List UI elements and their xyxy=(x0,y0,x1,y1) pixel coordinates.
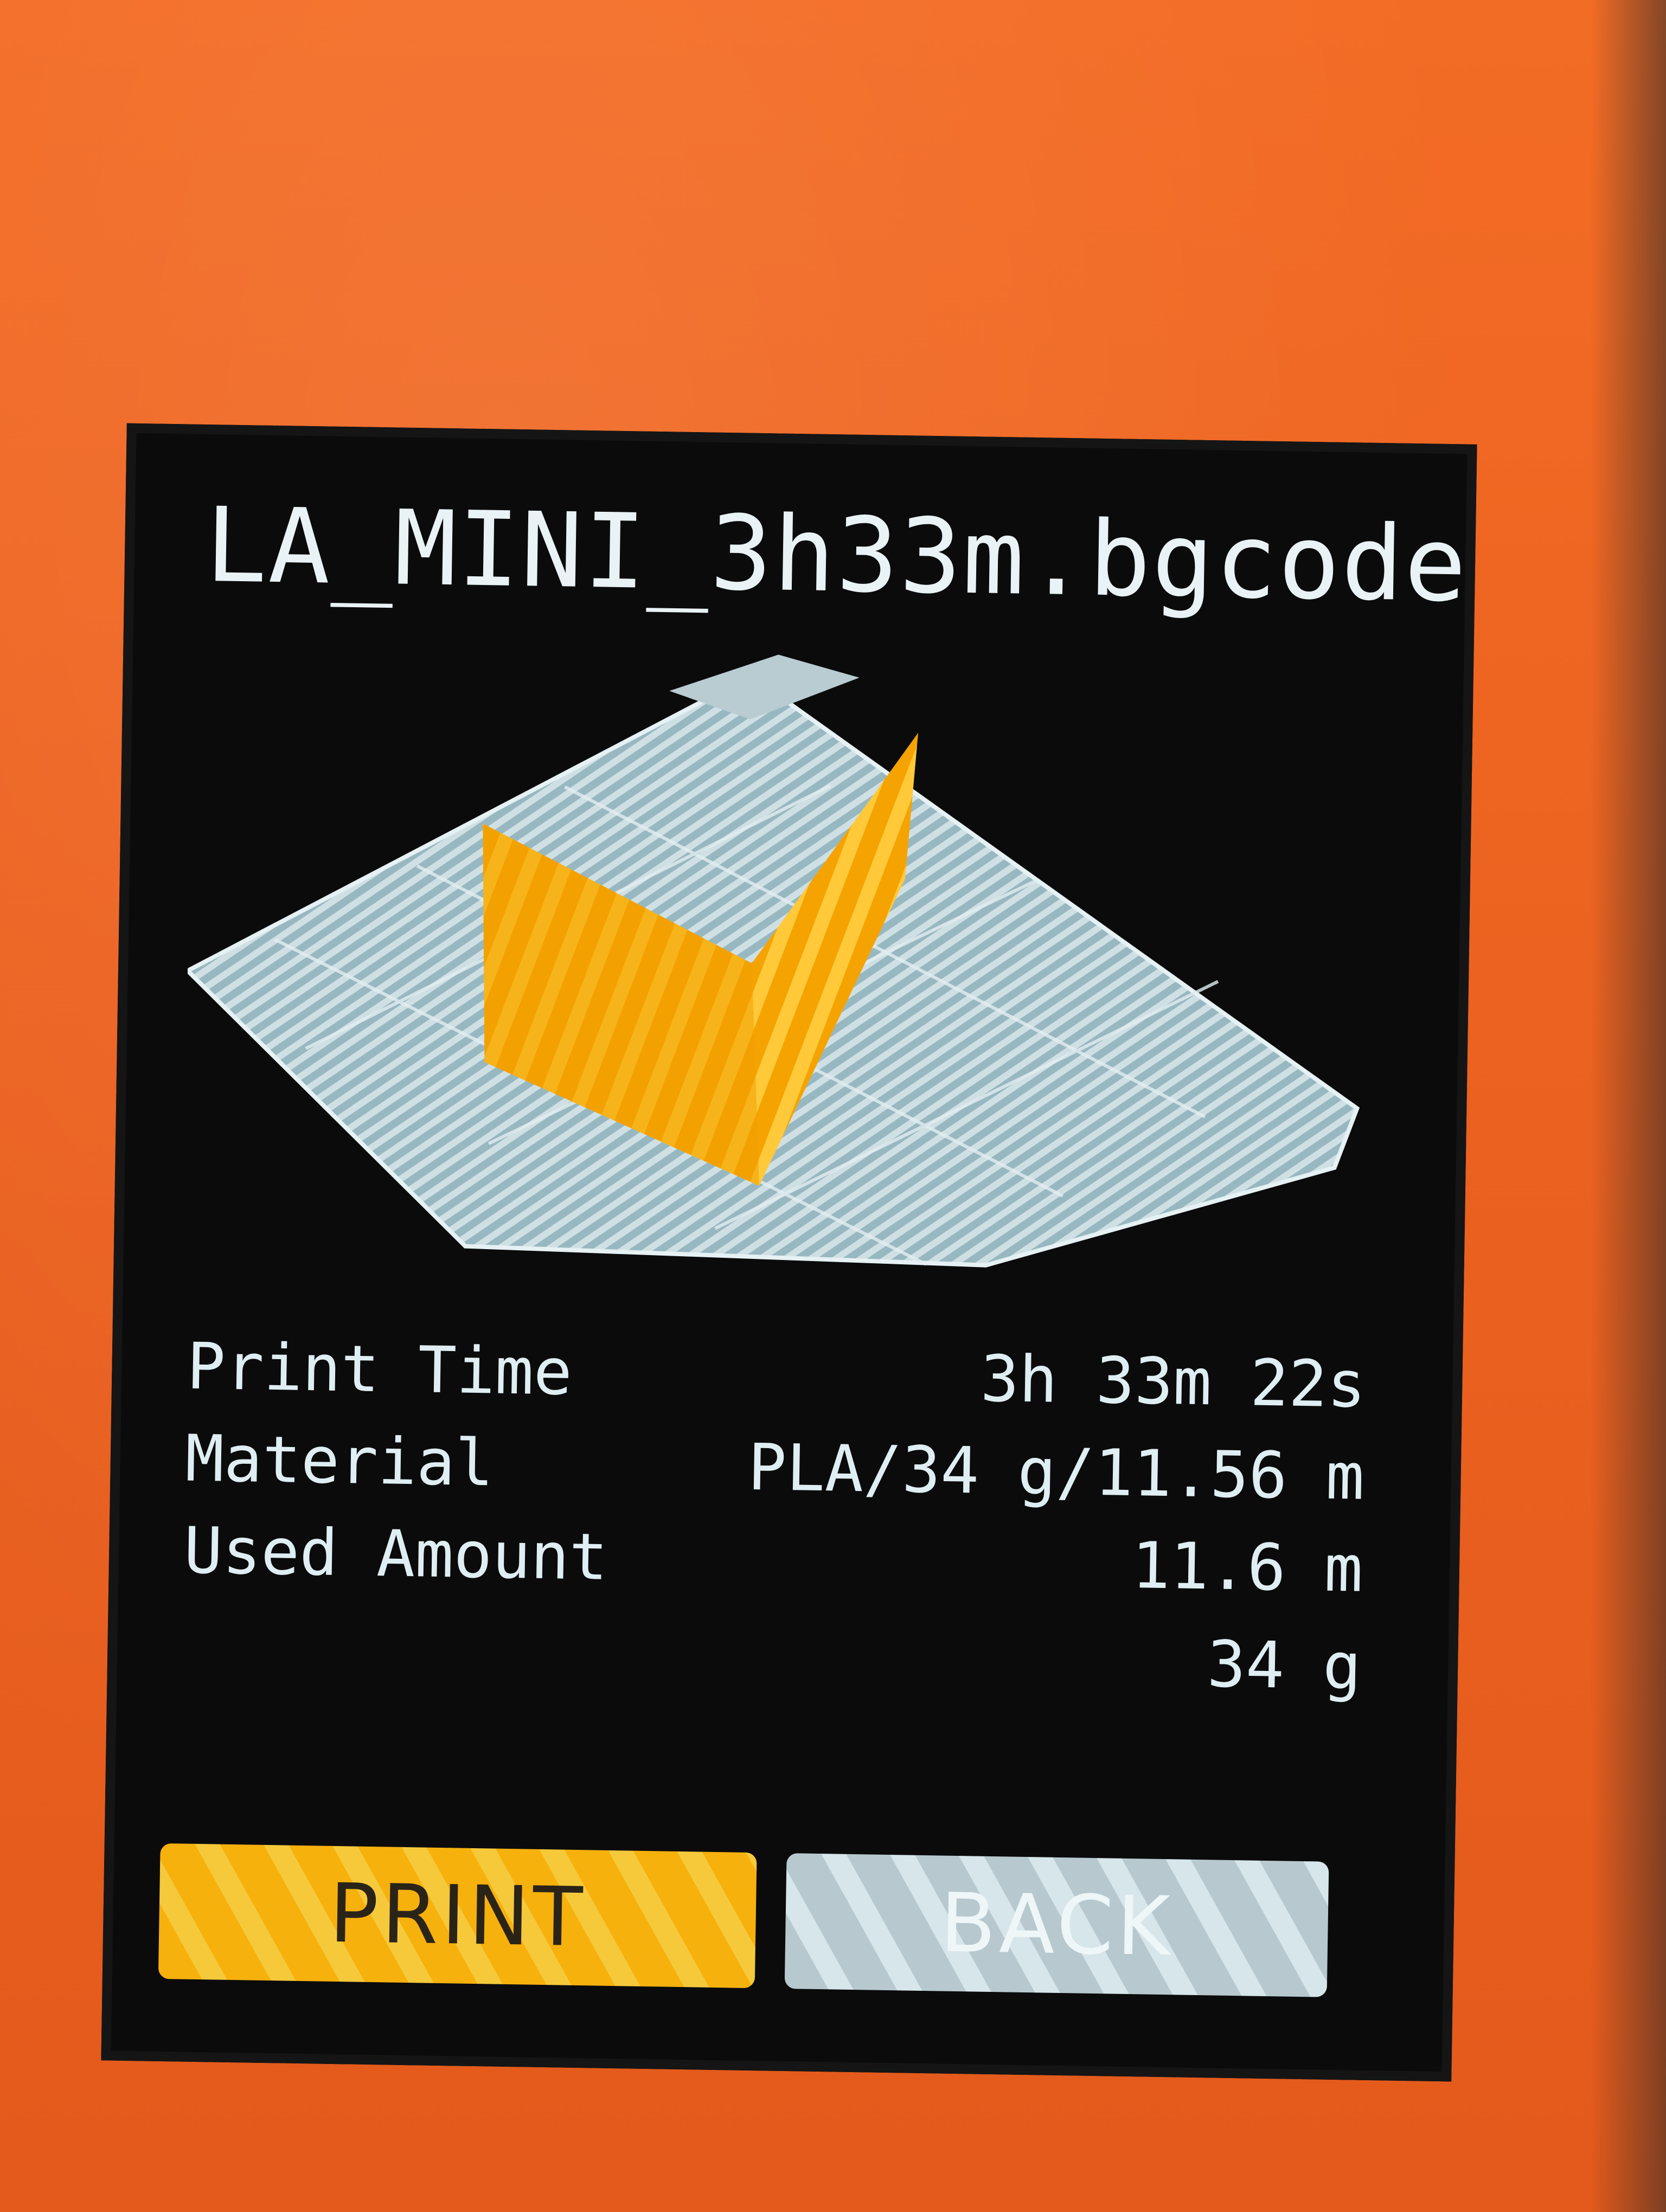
file-name-title: LA_MINI_3h33m.bgcode xyxy=(204,485,1469,625)
print-button-label: PRINT xyxy=(328,1866,587,1965)
print-button[interactable]: PRINT xyxy=(158,1843,757,1989)
print-time-value: 3h 33m 22s xyxy=(979,1341,1367,1422)
model-preview-icon xyxy=(184,654,1360,1268)
used-weight-value: 34 g xyxy=(1206,1626,1362,1704)
material-label: Material xyxy=(184,1420,495,1501)
back-button[interactable]: BACK xyxy=(784,1853,1329,1997)
used-amount-label: Used Amount xyxy=(183,1513,608,1594)
printer-display: LA_MINI_3h33m.bgcode Print Time 3h 33m 2… xyxy=(101,423,1477,2082)
housing-shadow xyxy=(1590,0,1666,2212)
used-length-value: 11.6 m xyxy=(1131,1528,1364,1606)
back-button-label: BACK xyxy=(939,1876,1174,1975)
print-time-label: Print Time xyxy=(186,1328,573,1410)
material-value: PLA/34 g/11.56 m xyxy=(747,1429,1365,1514)
